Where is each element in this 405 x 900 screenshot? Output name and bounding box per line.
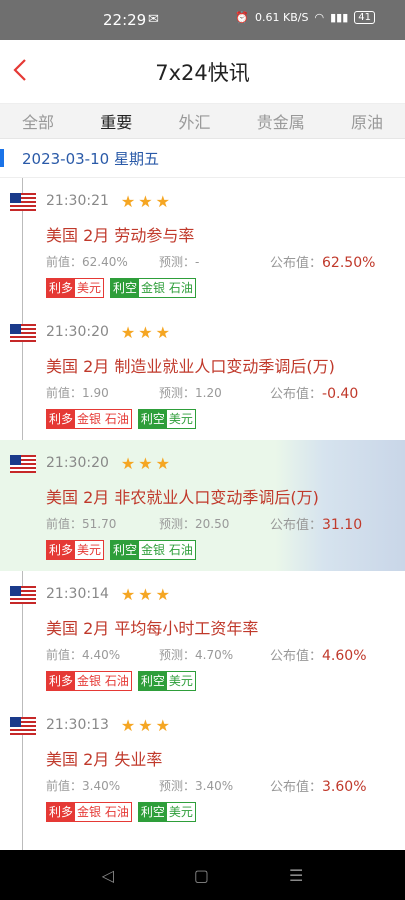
- actual-value: 62.50%: [322, 254, 376, 271]
- importance-stars: ★★★: [120, 322, 173, 342]
- event-headline: 美国 2月 制造业就业人口变动季调后(万): [46, 357, 335, 376]
- news-item[interactable]: 21:30:21 ★★★ 美国 2月 劳动参与率 前值：62.40% 预测：- …: [0, 178, 405, 309]
- actual-label: 公布值：: [270, 255, 323, 271]
- event-time: 21:30:13: [46, 717, 109, 733]
- forecast-value: 预测：20.50: [159, 516, 230, 531]
- news-item[interactable]: 21:30:20 ★★★ 美国 2月 制造业就业人口变动季调后(万) 前值：1.…: [0, 309, 405, 440]
- actual-value: 4.60%: [322, 647, 367, 664]
- event-headline: 美国 2月 失业率: [46, 750, 163, 769]
- bullish-tag: 利多 美元: [46, 540, 105, 560]
- category-tabs: 全部 重要 外汇 贵金属 原油: [0, 104, 405, 138]
- signal-icon: ▮▮▮: [330, 11, 349, 24]
- previous-value: 前值：3.40%: [46, 778, 121, 793]
- news-item[interactable]: 21:30:13 ★★★ 美国 2月 失业率 前值：3.40% 预测：3.40%…: [0, 702, 405, 833]
- previous-value: 前值：1.90: [46, 385, 109, 400]
- nav-back-icon[interactable]: ◁: [102, 866, 114, 885]
- actual-label: 公布值：: [270, 648, 323, 664]
- actual-label: 公布值：: [270, 386, 323, 402]
- us-flag-icon: [10, 586, 36, 604]
- event-headline: 美国 2月 平均每小时工资年率: [46, 619, 259, 638]
- forecast-value: 预测：-: [159, 254, 200, 269]
- event-time: 21:30:20: [46, 455, 109, 471]
- status-indicators: ⏰ 0.61 KB/S ◠ ▮▮▮ 41: [235, 11, 375, 24]
- us-flag-icon: [10, 193, 36, 211]
- wifi-icon: ◠: [314, 11, 325, 24]
- importance-stars: ★★★: [120, 584, 173, 604]
- tab-all[interactable]: 全部: [22, 109, 54, 133]
- alarm-icon: ⏰: [235, 11, 250, 24]
- bearish-tag: 利空 金银 石油: [110, 540, 196, 560]
- us-flag-icon: [10, 324, 36, 342]
- actual-value: 31.10: [322, 516, 363, 533]
- nav-recents-icon[interactable]: ☰: [289, 866, 303, 885]
- bullish-tag: 利多 金银 石油: [46, 409, 132, 429]
- us-flag-icon: [10, 717, 36, 735]
- back-arrow-icon[interactable]: [10, 57, 32, 83]
- actual-value: -0.40: [322, 385, 359, 402]
- actual-label: 公布值：: [270, 779, 323, 795]
- tab-precious-metals[interactable]: 贵金属: [257, 109, 305, 133]
- system-nav-bar: ◁ ▢ ☰: [0, 850, 405, 900]
- tab-forex[interactable]: 外汇: [178, 109, 210, 133]
- bearish-tag: 利空 金银 石油: [110, 278, 196, 298]
- event-headline: 美国 2月 劳动参与率: [46, 226, 195, 245]
- bullish-tag: 利多 美元: [46, 278, 105, 298]
- bearish-tag: 利空 美元: [137, 671, 196, 691]
- news-item[interactable]: 21:30:20 ★★★ 美国 2月 非农就业人口变动季调后(万) 前值：51.…: [0, 440, 405, 571]
- date-marker: [0, 149, 4, 167]
- previous-value: 前值：51.70: [46, 516, 117, 531]
- event-time: 21:30:14: [46, 586, 109, 602]
- event-headline: 美国 2月 非农就业人口变动季调后(万): [46, 488, 319, 507]
- status-bar: 22:29 ✉ ⏰ 0.61 KB/S ◠ ▮▮▮ 41: [0, 0, 405, 40]
- bearish-tag: 利空 美元: [137, 409, 196, 429]
- status-time: 22:29: [103, 11, 147, 29]
- forecast-value: 预测：4.70%: [159, 647, 234, 662]
- battery-icon: 41: [354, 11, 375, 24]
- forecast-value: 预测：1.20: [159, 385, 222, 400]
- bullish-tag: 利多 金银 石油: [46, 671, 132, 691]
- importance-stars: ★★★: [120, 453, 173, 473]
- bullish-tag: 利多 金银 石油: [46, 802, 132, 822]
- network-speed: 0.61 KB/S: [255, 11, 309, 24]
- nav-home-icon[interactable]: ▢: [194, 866, 209, 885]
- date-label: 2023-03-10 星期五: [22, 149, 159, 168]
- importance-stars: ★★★: [120, 191, 173, 211]
- event-time: 21:30:21: [46, 193, 109, 209]
- forecast-value: 预测：3.40%: [159, 778, 234, 793]
- news-item[interactable]: 21:30:14 ★★★ 美国 2月 平均每小时工资年率 前值：4.40% 预测…: [0, 571, 405, 702]
- app-header: 7x24快讯: [0, 40, 405, 104]
- event-time: 21:30:20: [46, 324, 109, 340]
- actual-value: 3.60%: [322, 778, 367, 795]
- previous-value: 前值：62.40%: [46, 254, 128, 269]
- tab-important[interactable]: 重要: [100, 109, 132, 133]
- actual-label: 公布值：: [270, 517, 323, 533]
- previous-value: 前值：4.40%: [46, 647, 121, 662]
- bearish-tag: 利空 美元: [137, 802, 196, 822]
- tab-crude-oil[interactable]: 原油: [351, 109, 383, 133]
- importance-stars: ★★★: [120, 715, 173, 735]
- message-icon: ✉: [148, 12, 159, 27]
- us-flag-icon: [10, 455, 36, 473]
- news-feed: 21:30:21 ★★★ 美国 2月 劳动参与率 前值：62.40% 预测：- …: [0, 178, 405, 850]
- page-title: 7x24快讯: [155, 60, 250, 85]
- date-header: 2023-03-10 星期五: [0, 138, 405, 178]
